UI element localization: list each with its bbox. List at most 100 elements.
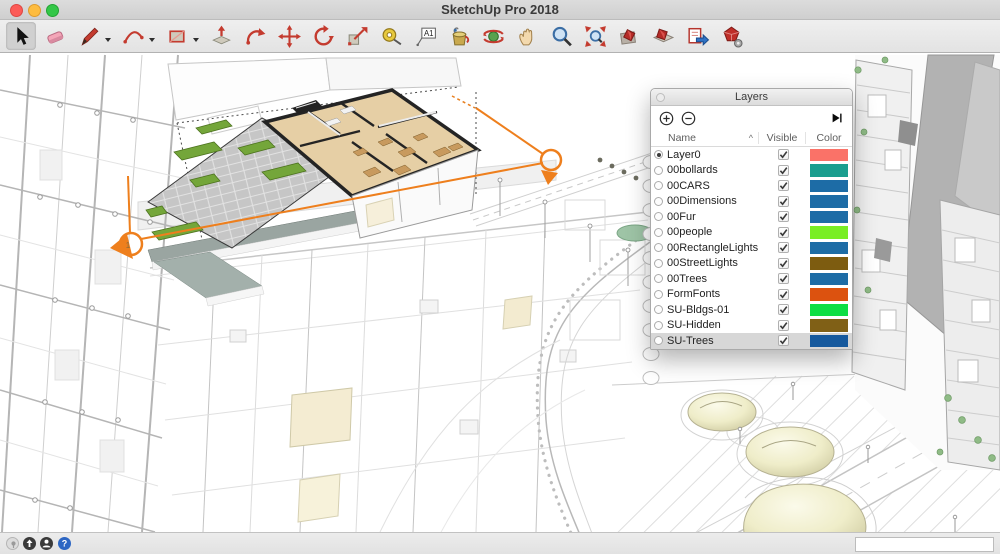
- layer-row[interactable]: Layer0: [651, 147, 852, 163]
- layer-current-radio[interactable]: [654, 274, 663, 283]
- style-gem-tool[interactable]: [716, 22, 746, 50]
- layer-row[interactable]: 00Dimensions: [651, 194, 852, 210]
- arc-icon: [121, 24, 146, 49]
- help-icon[interactable]: ?: [58, 537, 71, 550]
- layer-current-radio[interactable]: [654, 259, 663, 268]
- arc-tool[interactable]: [118, 22, 148, 50]
- layer-visible-checkbox[interactable]: [778, 149, 789, 160]
- layer-current-radio[interactable]: [654, 212, 663, 221]
- follow-me-tool[interactable]: [240, 22, 270, 50]
- column-name[interactable]: Name ^: [651, 132, 758, 144]
- column-color[interactable]: Color: [805, 132, 852, 144]
- layer-visible-checkbox[interactable]: [778, 165, 789, 176]
- layer-row[interactable]: 00StreetLights: [651, 256, 852, 272]
- layer-color-swatch[interactable]: [810, 304, 848, 317]
- layer-row[interactable]: SU-Trees: [651, 333, 852, 349]
- layer-visible-checkbox[interactable]: [778, 273, 789, 284]
- panel-close-button[interactable]: [656, 93, 665, 102]
- layer-visible-checkbox[interactable]: [778, 211, 789, 222]
- layer-visible-checkbox[interactable]: [778, 196, 789, 207]
- layer-current-radio[interactable]: [654, 336, 663, 345]
- paint-bucket-tool[interactable]: [444, 22, 474, 50]
- layer-color-swatch[interactable]: [810, 242, 848, 255]
- layer-row[interactable]: FormFonts: [651, 287, 852, 303]
- send-to-layout-tool[interactable]: [682, 22, 712, 50]
- layer-row[interactable]: 00CARS: [651, 178, 852, 194]
- layer-color-swatch[interactable]: [810, 288, 848, 301]
- layer-row[interactable]: SU-Bldgs-01: [651, 302, 852, 318]
- layer-current-radio[interactable]: [654, 321, 663, 330]
- layer-visible-checkbox[interactable]: [778, 180, 789, 191]
- layers-panel-title: Layers: [735, 91, 768, 103]
- orbit-tool[interactable]: [478, 22, 508, 50]
- layer-row[interactable]: 00RectangleLights: [651, 240, 852, 256]
- add-layer-button[interactable]: [659, 111, 674, 126]
- layer-color-swatch[interactable]: [810, 335, 848, 348]
- layer-visible-checkbox[interactable]: [778, 242, 789, 253]
- layer-color-swatch[interactable]: [810, 257, 848, 270]
- scale-tool[interactable]: [342, 22, 372, 50]
- layer-visible-checkbox[interactable]: [778, 227, 789, 238]
- layer-name: 00RectangleLights: [667, 242, 760, 254]
- panel-detail-menu-button[interactable]: [830, 111, 844, 125]
- layer-current-radio[interactable]: [654, 150, 663, 159]
- next-view-icon: [651, 24, 676, 49]
- zoom-extents-tool[interactable]: [580, 22, 610, 50]
- previous-view-tool[interactable]: [614, 22, 644, 50]
- zoom-tool[interactable]: [546, 22, 576, 50]
- layer-color-swatch[interactable]: [810, 180, 848, 193]
- layer-color-swatch[interactable]: [810, 195, 848, 208]
- shapes-tool[interactable]: [162, 22, 192, 50]
- layer-current-radio[interactable]: [654, 290, 663, 299]
- layer-current-radio[interactable]: [654, 243, 663, 252]
- line-tool-caret[interactable]: [105, 38, 111, 42]
- layer-current-radio[interactable]: [654, 197, 663, 206]
- column-visible[interactable]: Visible: [758, 132, 805, 144]
- tape-measure-tool[interactable]: [376, 22, 406, 50]
- orbit-icon: [481, 24, 506, 49]
- upload-credit-icon[interactable]: [23, 537, 36, 550]
- checkmark-icon: [779, 259, 788, 268]
- layer-visible-checkbox[interactable]: [778, 320, 789, 331]
- text-tool[interactable]: A1: [410, 22, 440, 50]
- layer-visible-checkbox[interactable]: [778, 335, 789, 346]
- layer-color-swatch[interactable]: [810, 164, 848, 177]
- remove-layer-button[interactable]: [681, 111, 696, 126]
- layer-current-radio[interactable]: [654, 305, 663, 314]
- layer-row[interactable]: 00Fur: [651, 209, 852, 225]
- layer-row[interactable]: 00Trees: [651, 271, 852, 287]
- layer-row[interactable]: 00people: [651, 225, 852, 241]
- layer-current-radio[interactable]: [654, 166, 663, 175]
- user-icon[interactable]: [40, 537, 53, 550]
- layer-color-swatch[interactable]: [810, 273, 848, 286]
- text-icon: A1: [413, 24, 438, 49]
- checkmark-icon: [779, 212, 788, 221]
- layer-current-radio[interactable]: [654, 181, 663, 190]
- geolocation-icon[interactable]: [6, 537, 19, 550]
- select-tool[interactable]: [6, 22, 36, 50]
- pan-tool[interactable]: [512, 22, 542, 50]
- layers-panel-titlebar[interactable]: Layers: [651, 89, 852, 106]
- layer-current-radio[interactable]: [654, 228, 663, 237]
- layer-color-swatch[interactable]: [810, 211, 848, 224]
- arc-tool-caret[interactable]: [149, 38, 155, 42]
- layer-row[interactable]: SU-Hidden: [651, 318, 852, 334]
- push-pull-tool[interactable]: [206, 22, 236, 50]
- layer-row[interactable]: 00bollards: [651, 163, 852, 179]
- line-tool[interactable]: [74, 22, 104, 50]
- measurements-input[interactable]: [855, 537, 994, 552]
- layer-color-swatch[interactable]: [810, 149, 848, 162]
- next-view-tool[interactable]: [648, 22, 678, 50]
- shapes-tool-caret[interactable]: [193, 38, 199, 42]
- checkmark-icon: [779, 243, 788, 252]
- move-tool[interactable]: [274, 22, 304, 50]
- layer-visible-checkbox[interactable]: [778, 289, 789, 300]
- layers-list: Layer0 00bollards: [651, 147, 852, 349]
- layer-visible-checkbox[interactable]: [778, 304, 789, 315]
- layer-color-swatch[interactable]: [810, 226, 848, 239]
- layer-color-swatch[interactable]: [810, 319, 848, 332]
- rotate-tool[interactable]: [308, 22, 338, 50]
- layer-visible-checkbox[interactable]: [778, 258, 789, 269]
- style-gem-icon: [719, 24, 744, 49]
- eraser-tool[interactable]: [40, 22, 70, 50]
